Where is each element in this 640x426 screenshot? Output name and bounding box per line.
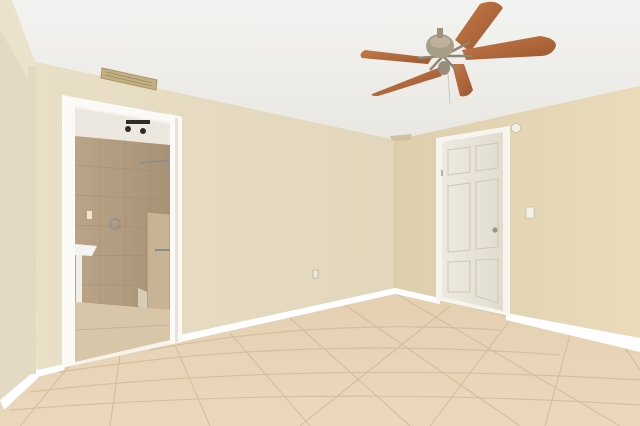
- room-drawing: [0, 0, 640, 426]
- tub-panel: [146, 211, 171, 319]
- left-wall-edge: [28, 66, 36, 374]
- closet-door-knob: [492, 227, 498, 233]
- closet-door-panel: [442, 132, 503, 311]
- wall-outlet: [312, 269, 319, 279]
- room-scene: [0, 0, 640, 426]
- wall-sensor: [511, 123, 521, 133]
- light-switch: [525, 206, 535, 219]
- bathroom-doorway: [62, 95, 182, 368]
- closet-door: [436, 126, 510, 316]
- fan-downrod: [437, 28, 443, 38]
- door-hinge: [441, 170, 443, 176]
- bathroom-switch: [87, 211, 92, 219]
- bathroom-door-casing-left: [62, 95, 75, 368]
- sink-pedestal: [76, 255, 82, 305]
- left-side-wall-shadow: [0, 30, 30, 410]
- fan-light-cap: [438, 61, 450, 75]
- bathroom-door-stop: [175, 118, 178, 342]
